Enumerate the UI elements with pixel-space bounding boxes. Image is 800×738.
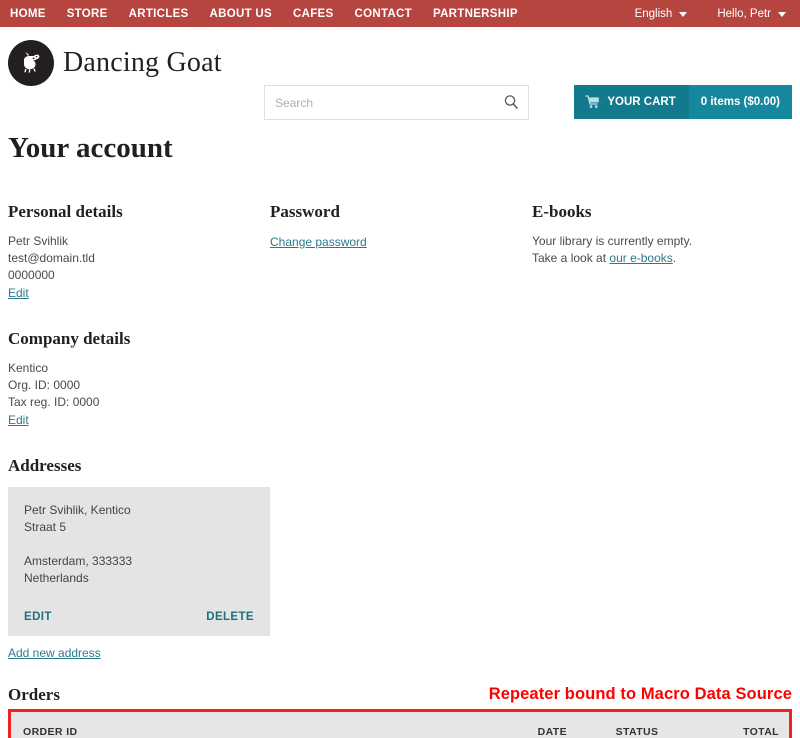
orders-header-row-cells: ORDER ID DATE STATUS TOTAL — [11, 712, 789, 738]
address-line-1: Petr Svihlik, Kentico — [24, 503, 131, 517]
ebooks-heading: E-books — [532, 202, 592, 221]
column-middle: Password Change password — [270, 202, 532, 662]
brand-logo[interactable]: Dancing Goat — [8, 40, 222, 86]
column-header-total: TOTAL — [697, 712, 789, 738]
addresses-heading: Addresses — [8, 456, 82, 475]
site-header: Dancing Goat YOUR CART 0 items ($0.00) — [0, 27, 800, 120]
company-details-heading: Company details — [8, 329, 131, 348]
cart-label: YOUR CART — [607, 96, 676, 108]
nav-partnership[interactable]: PARTNERSHIP — [433, 8, 518, 20]
address-edit-button[interactable]: EDIT — [24, 611, 52, 623]
column-left: Personal details Petr Svihlik test@domai… — [8, 202, 270, 662]
column-header-status: STATUS — [577, 712, 697, 738]
search-button[interactable] — [494, 86, 528, 119]
personal-details-section: Personal details Petr Svihlik test@domai… — [8, 202, 270, 302]
goat-logo-icon — [8, 40, 54, 86]
cart-button[interactable]: YOUR CART 0 items ($0.00) — [574, 85, 792, 119]
page-content: Your account Personal details Petr Svihl… — [0, 132, 800, 738]
main-nav: HOME STORE ARTICLES ABOUT US CAFES CONTA… — [10, 8, 635, 20]
ebooks-cta-prefix: Take a look at — [532, 251, 610, 265]
personal-phone: 0000000 — [8, 268, 55, 282]
company-tax-id: Tax reg. ID: 0000 — [8, 395, 100, 409]
personal-email: test@domain.tld — [8, 251, 95, 265]
change-password-link[interactable]: Change password — [270, 235, 367, 249]
ebooks-cta-line: Take a look at our e-books. — [532, 250, 792, 267]
orders-header-row: Orders Repeater bound to Macro Data Sour… — [8, 685, 792, 705]
language-selector[interactable]: English — [635, 8, 688, 20]
search-input[interactable] — [265, 95, 494, 110]
ebooks-cta-suffix: . — [672, 251, 677, 265]
nav-cafes[interactable]: CAFES — [293, 8, 333, 20]
address-line-3: Amsterdam, 333333 — [24, 554, 133, 568]
nav-home[interactable]: HOME — [10, 8, 46, 20]
nav-contact[interactable]: CONTACT — [354, 8, 411, 20]
nav-about-us[interactable]: ABOUT US — [210, 8, 272, 20]
column-header-date: DATE — [384, 712, 577, 738]
orders-table-head: ORDER ID DATE STATUS TOTAL — [11, 712, 789, 738]
page-title: Your account — [8, 132, 173, 164]
address-card: Petr Svihlik, Kentico Straat 5 Amsterdam… — [8, 487, 270, 636]
addresses-section: Addresses Petr Svihlik, Kentico Straat 5… — [8, 456, 270, 662]
top-navigation-bar: HOME STORE ARTICLES ABOUT US CAFES CONTA… — [0, 0, 800, 27]
password-heading: Password — [270, 202, 340, 221]
chevron-down-icon — [679, 12, 688, 17]
user-greeting-label: Hello, Petr — [717, 7, 771, 20]
ebooks-empty-text: Your library is currently empty. — [532, 234, 693, 248]
personal-name: Petr Svihlik — [8, 234, 69, 248]
search-box[interactable] — [264, 85, 529, 120]
shopping-cart-icon — [585, 95, 600, 108]
user-menu[interactable]: Hello, Petr — [717, 8, 786, 20]
search-icon — [504, 95, 518, 110]
annotation-label: Repeater bound to Macro Data Source — [488, 685, 792, 703]
personal-details-heading: Personal details — [8, 202, 123, 221]
address-spacer — [24, 536, 254, 553]
top-bar-right: English Hello, Petr — [635, 8, 786, 20]
column-header-order-id: ORDER ID — [11, 712, 385, 738]
nav-articles[interactable]: ARTICLES — [129, 8, 189, 20]
cart-label-area[interactable]: YOUR CART — [574, 85, 689, 119]
address-actions: EDIT DELETE — [24, 611, 254, 623]
nav-store[interactable]: STORE — [67, 8, 108, 20]
language-label: English — [634, 7, 673, 20]
company-details-section: Company details Kentico Org. ID: 0000 Ta… — [8, 329, 270, 429]
chevron-down-icon — [778, 12, 786, 17]
brand-name: Dancing Goat — [63, 47, 222, 78]
orders-table: ORDER ID DATE STATUS TOTAL 000003 VIEW I… — [11, 712, 789, 738]
address-line-4: Netherlands — [24, 571, 89, 585]
account-columns: Personal details Petr Svihlik test@domai… — [8, 202, 792, 662]
personal-details-edit-link[interactable]: Edit — [8, 286, 29, 300]
ebooks-section: E-books Your library is currently empty.… — [532, 202, 792, 267]
orders-table-container: ORDER ID DATE STATUS TOTAL 000003 VIEW I… — [8, 709, 792, 738]
orders-heading: Orders — [8, 685, 60, 704]
address-line-2: Straat 5 — [24, 520, 67, 534]
company-org-id: Org. ID: 0000 — [8, 378, 81, 392]
company-name: Kentico — [8, 361, 49, 375]
company-details-edit-link[interactable]: Edit — [8, 413, 29, 427]
cart-summary[interactable]: 0 items ($0.00) — [688, 85, 792, 119]
add-new-address-link[interactable]: Add new address — [8, 646, 101, 660]
our-ebooks-link[interactable]: our e-books — [609, 251, 672, 265]
password-section: Password Change password — [270, 202, 532, 251]
column-right: E-books Your library is currently empty.… — [532, 202, 792, 662]
address-delete-button[interactable]: DELETE — [206, 611, 254, 623]
